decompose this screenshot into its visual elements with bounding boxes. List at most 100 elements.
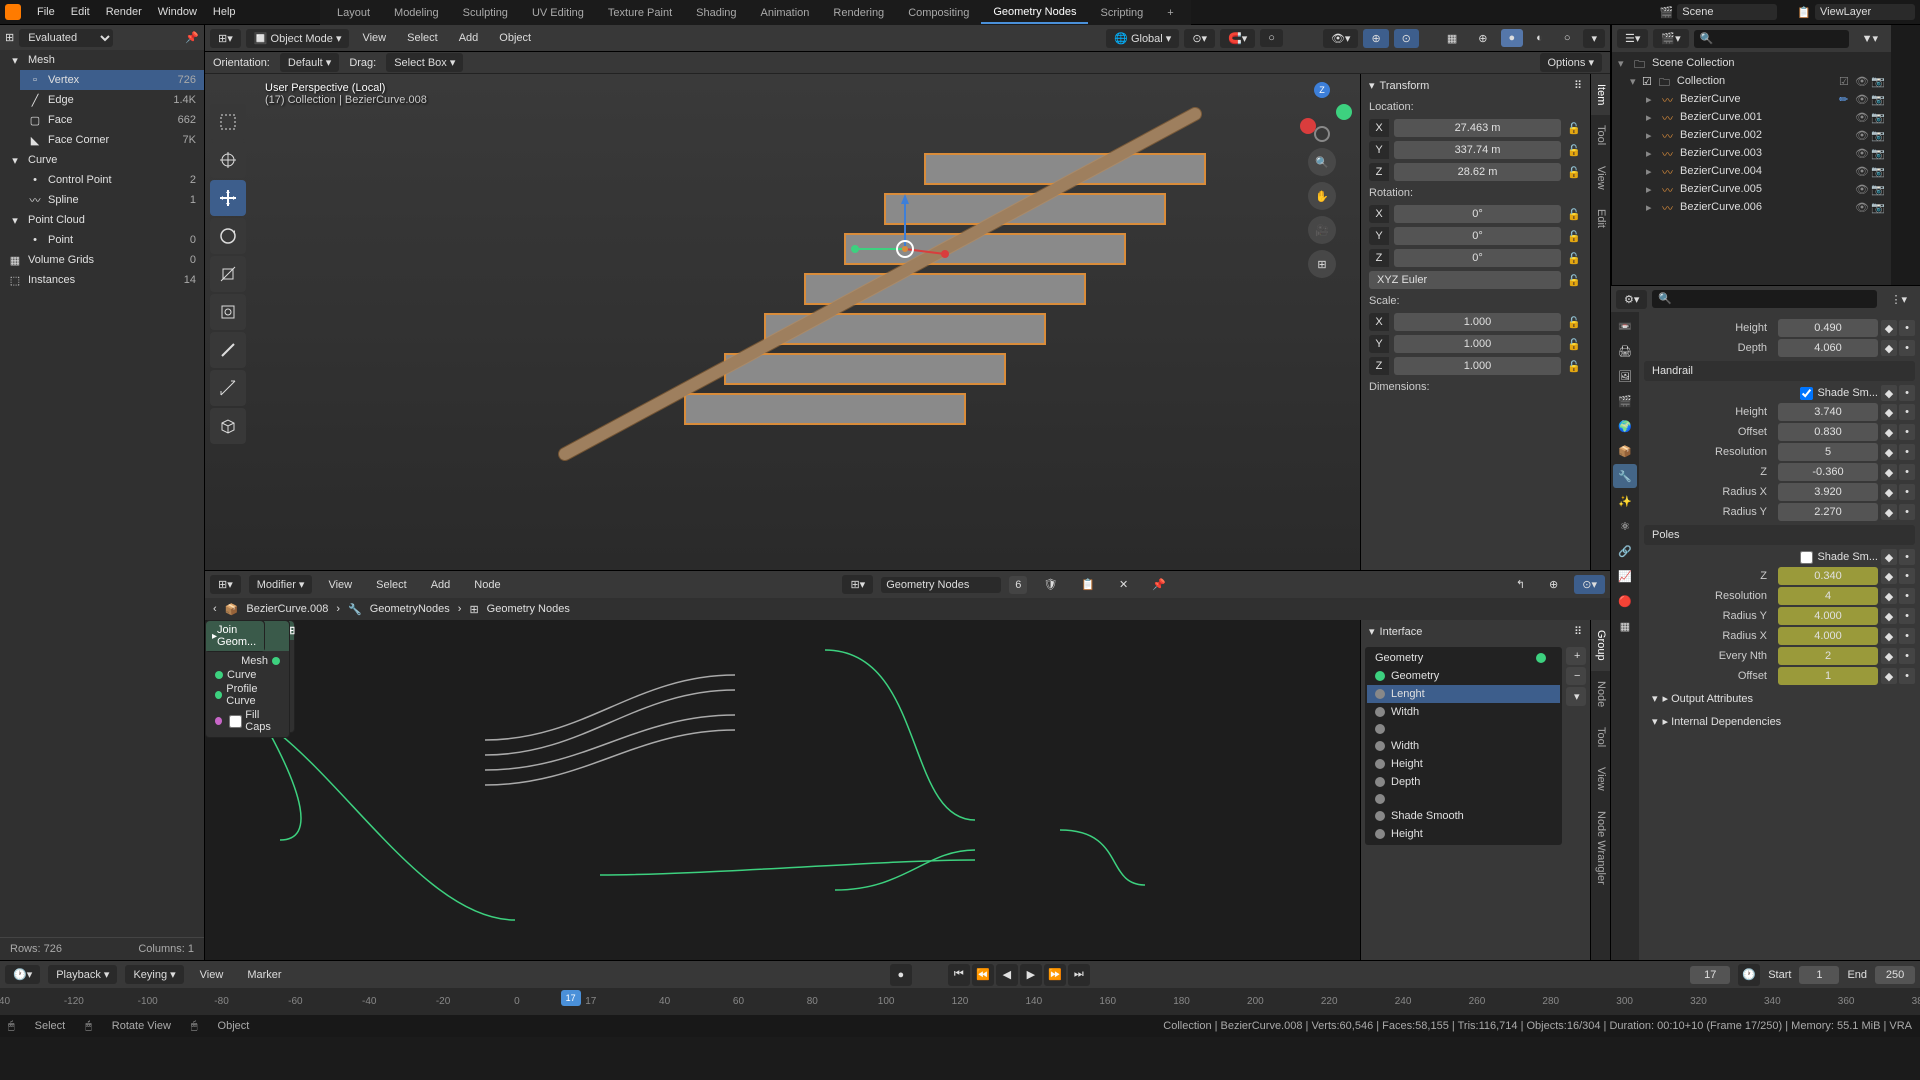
menu-icon[interactable]: •: [1899, 424, 1915, 440]
tab-edit[interactable]: Edit: [1591, 199, 1610, 238]
tab-viewlayer[interactable]: 🖼: [1613, 364, 1637, 388]
breadcrumb-modifier[interactable]: GeometryNodes: [370, 603, 450, 615]
menu-select[interactable]: Select: [399, 29, 446, 47]
options-dropdown[interactable]: Options ▾: [1540, 53, 1603, 72]
grip-icon[interactable]: ⠿: [1574, 79, 1582, 92]
domain-face[interactable]: ▢Face662: [20, 110, 204, 130]
edit-icon[interactable]: ✏: [1839, 93, 1853, 106]
camera-icon[interactable]: 📷: [1871, 183, 1885, 196]
end-frame-input[interactable]: 250: [1875, 966, 1915, 984]
exclude-icon[interactable]: ☑: [1839, 75, 1853, 88]
location-y-input[interactable]: 337.74 m: [1394, 141, 1561, 159]
keyframe-icon[interactable]: ◆: [1881, 608, 1897, 624]
tab-output[interactable]: 🖨: [1613, 339, 1637, 363]
menu-icon[interactable]: •: [1899, 464, 1915, 480]
scale-y-input[interactable]: 1.000: [1394, 335, 1561, 353]
keying-dropdown[interactable]: Keying ▾: [125, 965, 183, 984]
interface-socket-item[interactable]: Width: [1367, 737, 1560, 755]
interface-socket-item[interactable]: Witdh: [1367, 703, 1560, 721]
output-attributes-header[interactable]: ▸ Output Attributes: [1644, 687, 1915, 710]
keyframe-icon[interactable]: ◆: [1881, 668, 1897, 684]
scale-x-input[interactable]: 1.000: [1394, 313, 1561, 331]
property-value-input[interactable]: 0.830: [1778, 423, 1878, 441]
display-mode-dropdown[interactable]: 🎬▾: [1653, 29, 1688, 48]
keyframe-icon[interactable]: ◆: [1881, 424, 1897, 440]
properties-search-input[interactable]: [1652, 290, 1877, 308]
interface-socket-item[interactable]: Geometry: [1367, 649, 1560, 667]
domain-mesh[interactable]: ▾ Mesh: [0, 50, 204, 70]
property-value-input[interactable]: 1: [1778, 667, 1878, 685]
menu-icon[interactable]: •: [1899, 608, 1915, 624]
overlays-toggle[interactable]: ⊙▾: [1574, 575, 1605, 594]
snap-toggle[interactable]: 🧲▾: [1220, 29, 1255, 48]
domain-pointcloud[interactable]: ▾Point Cloud: [0, 210, 204, 230]
keyframe-icon[interactable]: ◆: [1881, 444, 1897, 460]
tab-view[interactable]: View: [1591, 156, 1610, 200]
menu-icon[interactable]: •: [1899, 588, 1915, 604]
interface-socket-item[interactable]: [1367, 791, 1560, 807]
keyframe-icon[interactable]: ◆: [1881, 568, 1897, 584]
editor-type-dropdown[interactable]: ⊞▾: [210, 29, 241, 48]
interface-socket-item[interactable]: Depth: [1367, 773, 1560, 791]
tab-material[interactable]: 🔴: [1613, 589, 1637, 613]
tab-animation[interactable]: Animation: [749, 3, 822, 23]
gizmo-toggle[interactable]: ⊕: [1363, 29, 1388, 48]
shading-rendered[interactable]: ○: [1556, 29, 1579, 47]
eye-icon[interactable]: 👁: [1855, 75, 1869, 88]
domain-curve[interactable]: ▾Curve: [0, 150, 204, 170]
editor-type-dropdown[interactable]: 🕐▾: [5, 965, 40, 984]
shading-wireframe[interactable]: ⊕: [1470, 29, 1495, 48]
property-checkbox[interactable]: [1800, 387, 1813, 400]
interface-socket-item[interactable]: Height: [1367, 755, 1560, 773]
pivot-dropdown[interactable]: ⊙▾: [1184, 29, 1215, 48]
menu-window[interactable]: Window: [150, 6, 205, 18]
domain-instances[interactable]: ⬚Instances14: [0, 270, 204, 290]
tab-modifiers[interactable]: 🔧: [1613, 464, 1637, 488]
keyframe-icon[interactable]: ◆: [1881, 648, 1897, 664]
chevron-left-icon[interactable]: ‹: [213, 603, 217, 615]
keyframe-icon[interactable]: ◆: [1881, 464, 1897, 480]
lock-icon[interactable]: 🔓: [1566, 338, 1582, 351]
tab-sculpting[interactable]: Sculpting: [451, 3, 520, 23]
domain-edge[interactable]: ╱Edge1.4K: [20, 90, 204, 110]
menu-icon[interactable]: •: [1899, 404, 1915, 420]
filter-icon[interactable]: ▼▾: [1854, 29, 1886, 48]
keyframe-next-icon[interactable]: ⏩: [1044, 964, 1066, 986]
menu-marker[interactable]: Marker: [239, 966, 289, 984]
property-section-header[interactable]: Poles: [1644, 525, 1915, 545]
property-value-input[interactable]: 4: [1778, 587, 1878, 605]
menu-icon[interactable]: •: [1899, 648, 1915, 664]
property-value-input[interactable]: 3.740: [1778, 403, 1878, 421]
domain-control-point[interactable]: •Control Point2: [20, 170, 204, 190]
tab-view[interactable]: View: [1591, 757, 1610, 801]
menu-edit[interactable]: Edit: [63, 6, 98, 18]
pin-icon[interactable]: 📌: [1144, 575, 1174, 594]
lock-icon[interactable]: 🔓: [1566, 144, 1582, 157]
interface-panel-header[interactable]: Interface⠿: [1361, 620, 1590, 643]
outliner-collection[interactable]: ▾☑🗀Collection☑👁📷: [1614, 72, 1889, 90]
camera-icon[interactable]: 📷: [1871, 75, 1885, 88]
overlays-toggle[interactable]: ⊙: [1394, 29, 1419, 48]
nodegroup-browse[interactable]: ⊞▾: [842, 575, 873, 594]
drag-dropdown[interactable]: Select Box ▾: [386, 53, 463, 72]
grip-icon[interactable]: ⠿: [1574, 625, 1582, 638]
property-value-input[interactable]: 5: [1778, 443, 1878, 461]
menu-view[interactable]: View: [354, 29, 394, 47]
proportional-edit-toggle[interactable]: ○: [1260, 29, 1283, 47]
lock-icon[interactable]: 🔓: [1566, 274, 1582, 287]
domain-spline[interactable]: 〰Spline1: [20, 190, 204, 210]
tab-geometry-nodes[interactable]: Geometry Nodes: [981, 2, 1088, 24]
menu-node[interactable]: Node: [466, 576, 508, 594]
property-checkbox[interactable]: [1800, 551, 1813, 564]
transform-orientation-dropdown[interactable]: 🌐 Global ▾: [1106, 29, 1179, 48]
nodegroup-name-input[interactable]: [881, 577, 1001, 593]
shading-material[interactable]: ◐: [1528, 29, 1551, 47]
tab-item[interactable]: Item: [1591, 74, 1610, 115]
interface-socket-item[interactable]: Geometry: [1367, 667, 1560, 685]
jump-end-icon[interactable]: ⏭: [1068, 964, 1090, 986]
pin-icon[interactable]: 📌: [185, 31, 199, 44]
playhead[interactable]: 17: [561, 990, 581, 1006]
domain-point[interactable]: •Point0: [20, 230, 204, 250]
camera-icon[interactable]: 📷: [1871, 147, 1885, 160]
menu-icon[interactable]: •: [1899, 668, 1915, 684]
